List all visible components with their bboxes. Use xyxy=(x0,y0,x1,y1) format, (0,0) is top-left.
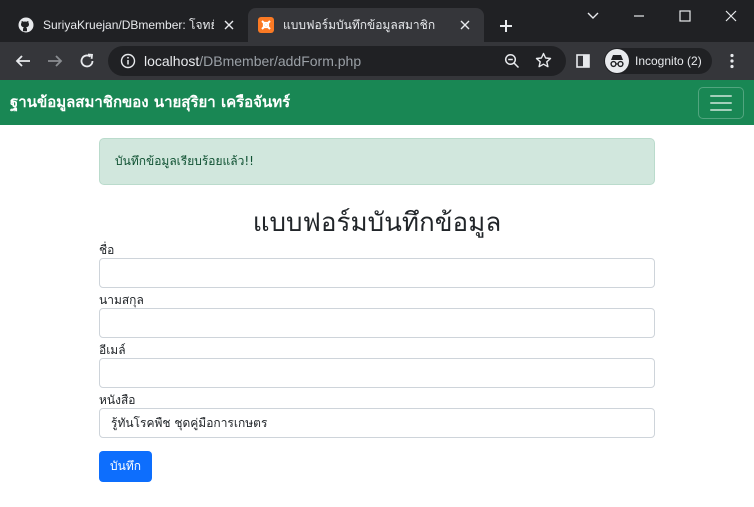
incognito-indicator[interactable]: Incognito (2) xyxy=(604,48,712,74)
browser-tab-github[interactable]: SuriyaKruejan/DBmember: โจทย์แ xyxy=(8,8,248,42)
browser-tab-strip: SuriyaKruejan/DBmember: โจทย์แ แบบฟอร์มบ… xyxy=(0,0,754,42)
site-navbar: ฐานข้อมูลสมาชิกของ นายสุริยา เครือจันทร์ xyxy=(0,80,754,125)
url-path: /DBmember/addForm.php xyxy=(199,53,362,69)
maximize-button[interactable] xyxy=(662,0,708,32)
tab-title: แบบฟอร์มบันทึกข้อมูลสมาชิก xyxy=(283,17,436,32)
chevron-down-icon xyxy=(587,12,599,19)
close-icon xyxy=(725,10,737,22)
close-window-button[interactable] xyxy=(708,0,754,32)
success-alert: บันทึกข้อมูลเรียบร้อยแล้ว!! xyxy=(99,138,655,185)
new-tab-button[interactable] xyxy=(494,14,518,38)
zoom-icon[interactable] xyxy=(504,53,520,73)
close-tab-icon[interactable] xyxy=(220,16,238,34)
plus-icon xyxy=(500,20,512,32)
side-panel-button[interactable] xyxy=(569,47,597,75)
form-title: แบบฟอร์มบันทึกข้อมูล xyxy=(252,208,502,238)
first-name-input[interactable] xyxy=(99,258,655,288)
minimize-icon xyxy=(634,15,644,17)
arrow-right-icon xyxy=(48,55,63,67)
info-icon[interactable] xyxy=(120,53,136,73)
save-button[interactable]: บันทึก xyxy=(99,451,152,482)
minimize-button[interactable] xyxy=(616,0,662,32)
hamburger-icon-bar xyxy=(710,102,732,104)
navbar-toggler-button[interactable] xyxy=(698,87,744,119)
back-button[interactable] xyxy=(9,47,37,75)
forward-button[interactable] xyxy=(41,47,69,75)
last-name-input[interactable] xyxy=(99,308,655,338)
reload-button[interactable] xyxy=(73,47,101,75)
bookmark-star-icon[interactable] xyxy=(535,52,552,73)
tab-search-button[interactable] xyxy=(570,0,616,32)
maximize-icon xyxy=(679,10,691,22)
hamburger-icon-bar xyxy=(710,109,732,111)
book-input[interactable]: รู้ทันโรคพืช ชุดคู่มือการเกษตร xyxy=(99,408,655,438)
side-panel-icon xyxy=(576,54,590,68)
incognito-icon xyxy=(605,49,629,73)
incognito-label: Incognito (2) xyxy=(635,54,702,68)
navbar-brand[interactable]: ฐานข้อมูลสมาชิกของ นายสุริยา เครือจันทร์ xyxy=(10,80,290,125)
xampp-icon xyxy=(258,17,274,33)
browser-tab-active[interactable]: แบบฟอร์มบันทึกข้อมูลสมาชิก xyxy=(248,8,484,42)
email-input[interactable] xyxy=(99,358,655,388)
browser-menu-button[interactable] xyxy=(718,47,746,75)
arrow-left-icon xyxy=(15,55,30,67)
github-icon xyxy=(18,17,34,33)
url-text: localhost/DBmember/addForm.php xyxy=(144,46,361,76)
tab-title: SuriyaKruejan/DBmember: โจทย์แ xyxy=(43,17,214,32)
reload-icon xyxy=(80,53,94,68)
hamburger-icon-bar xyxy=(710,95,732,97)
close-tab-icon[interactable] xyxy=(456,16,474,34)
browser-toolbar: localhost/DBmember/addForm.php Incognito… xyxy=(0,42,754,80)
address-bar[interactable]: localhost/DBmember/addForm.php xyxy=(108,46,566,76)
more-vertical-icon xyxy=(730,53,734,69)
url-host: localhost xyxy=(144,53,200,69)
